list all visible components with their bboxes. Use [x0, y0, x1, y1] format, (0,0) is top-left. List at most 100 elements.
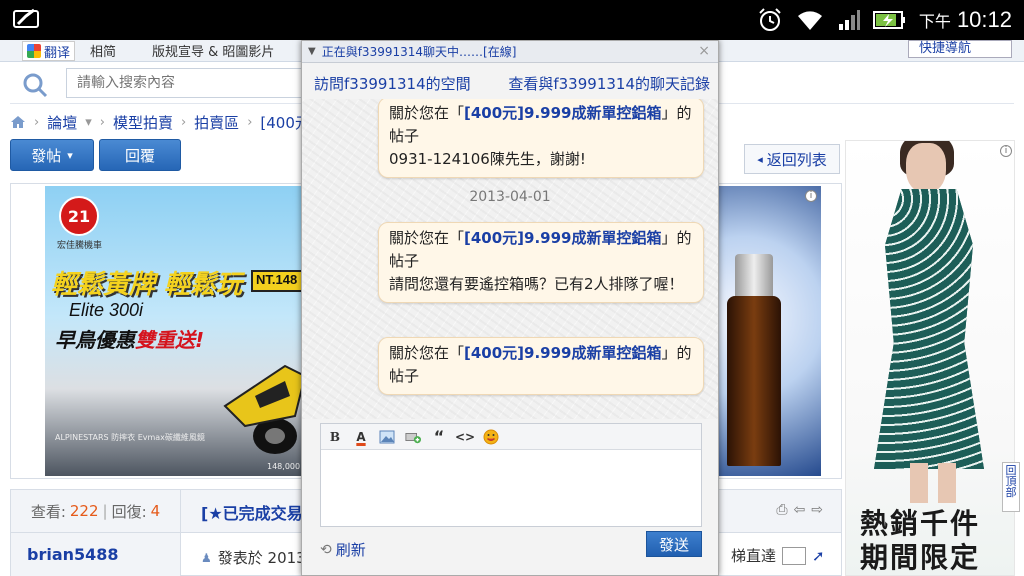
views-count: 222 — [69, 502, 99, 520]
message-prefix: 關於您在「 — [389, 344, 465, 362]
prev-thread-icon[interactable]: ⇦ — [794, 502, 806, 518]
motorcycle-ad[interactable]: 21 宏佳騰機車 輕鬆黃牌 輕鬆玩 Elite 300i 早鳥優惠雙重送! NT… — [45, 186, 307, 476]
brand-logo: 21 — [59, 196, 99, 236]
dress-image — [874, 189, 984, 469]
license-plate: NT.148 — [251, 270, 307, 292]
topnav-item[interactable]: 相简 — [90, 41, 116, 60]
home-icon[interactable] — [10, 115, 26, 129]
model-face — [906, 143, 946, 193]
status-bar: 下午 10:12 — [0, 0, 1024, 40]
close-icon[interactable]: × — [698, 43, 710, 59]
editor-toolbar: B A “ <> — [321, 424, 701, 450]
chat-window: ▼ 正在與f33991314聊天中……[在線] × 訪問f33991314的空間… — [301, 40, 719, 576]
bold-icon[interactable]: B — [327, 429, 343, 445]
caret-left-icon: ◂ — [757, 152, 763, 166]
chevron-right-icon: › — [180, 114, 187, 130]
ad-info-icon[interactable]: i — [1000, 145, 1012, 157]
search-input[interactable] — [66, 68, 316, 98]
author-name[interactable]: brian5488 — [27, 545, 119, 564]
image-icon[interactable] — [379, 429, 395, 445]
thread-link[interactable]: [400元]9.999成新單控鋁箱 — [464, 344, 661, 362]
refresh-label: 刷新 — [335, 541, 366, 559]
signal-icon — [838, 10, 860, 30]
chat-titlebar: ▼ 正在與f33991314聊天中……[在線] × — [302, 41, 718, 63]
thread-stats: 查看: 222 | 回復: 4 — [11, 490, 181, 532]
ad-price: 148,000 — [267, 462, 301, 471]
post-meta: ♟ 發表於 2013 — [201, 547, 306, 568]
jump-input[interactable] — [782, 546, 807, 565]
user-icon: ♟ — [201, 550, 212, 565]
dress-ad[interactable]: 熱銷千件 期間限定 i — [845, 140, 1015, 576]
translate-label: 翻译 — [44, 45, 71, 61]
message-text: 請問您還有要遙控箱嗎？已有2人排隊了喔！ — [389, 275, 684, 293]
new-post-button[interactable]: 發帖 ▾ — [10, 139, 94, 171]
translate-button[interactable]: 翻译 — [22, 41, 76, 61]
chat-history-link[interactable]: 查看與f33991314的聊天記錄 — [508, 73, 710, 94]
google-logo-icon — [27, 44, 41, 58]
visit-space-link[interactable]: 訪問f33991314的空間 — [314, 73, 471, 94]
return-list-button[interactable]: ◂ 返回列表 — [744, 144, 840, 174]
replies-label: 回復: — [111, 502, 147, 521]
topnav-item[interactable]: 版规宣导 & 昭圖影片 — [152, 41, 274, 60]
chevron-down-icon[interactable]: ▾ — [85, 115, 92, 130]
date-separator: 2013-04-01 — [469, 189, 551, 205]
dress-ad-line1: 熱銷千件 — [860, 507, 981, 540]
return-list-label: 返回列表 — [766, 150, 827, 169]
views-label: 查看: — [30, 502, 66, 521]
message-text: 0931-124106陳先生，謝謝! — [389, 150, 586, 168]
smiley-icon[interactable] — [483, 429, 499, 445]
code-icon[interactable]: <> — [455, 429, 475, 445]
chat-message: 關於您在「[400元]9.999成新單控鋁箱」的帖子 請問您還有要遙控箱嗎？已有… — [378, 222, 704, 303]
refresh-icon: ⟲ — [320, 541, 332, 558]
breadcrumb-item[interactable]: 拍賣區 — [194, 112, 239, 133]
clock-ampm: 下午 — [918, 12, 951, 31]
chevron-right-icon: › — [247, 114, 253, 130]
replies-count: 4 — [150, 502, 161, 520]
chat-links: 訪問f33991314的空間 查看與f33991314的聊天記錄 — [302, 63, 718, 99]
stats-separator: | — [102, 502, 108, 520]
chat-footer: ⟲ 刷新 發送 — [302, 531, 718, 575]
jump-label: 梯直達 — [731, 547, 777, 565]
motorcycle-image — [223, 364, 307, 454]
font-color-icon[interactable]: A — [353, 429, 369, 445]
chat-messages[interactable]: 關於您在「[400元]9.999成新單控鋁箱」的帖子 0931-124106陳先… — [302, 99, 718, 419]
image-edit-icon — [13, 8, 39, 28]
print-icon[interactable]: ⎙ — [776, 502, 787, 518]
battery-charging-icon — [872, 11, 905, 29]
reply-label: 回覆 — [124, 146, 155, 165]
thread-title[interactable]: [★已完成交易 — [201, 500, 303, 524]
bottle-cap — [735, 254, 773, 300]
ad-promo: 早鳥優惠雙重送! — [55, 324, 204, 353]
attachment-icon[interactable] — [405, 429, 421, 445]
reply-button[interactable]: 回覆 — [99, 139, 181, 171]
chevron-right-icon: › — [99, 114, 105, 130]
brand-name: 宏佳騰機車 — [57, 241, 103, 251]
posted-text: 發表於 2013 — [217, 549, 306, 567]
chevron-down-icon[interactable]: ▼ — [308, 46, 316, 57]
cosmetics-ad[interactable]: i — [711, 186, 821, 476]
ad-accessories: ALPINESTARS 防摔衣 Evmax碳纖維風鏡 — [55, 433, 205, 442]
quote-icon[interactable]: “ — [431, 427, 447, 446]
send-button[interactable]: 發送 — [646, 531, 702, 557]
refresh-button[interactable]: ⟲ 刷新 — [320, 539, 366, 560]
back-to-top-button[interactable]: 回頂部 — [1002, 462, 1020, 512]
quick-nav-button[interactable]: 快捷導航 — [908, 40, 1012, 58]
chevron-right-icon: › — [34, 114, 40, 130]
wifi-icon — [797, 11, 822, 30]
ad-info-icon[interactable]: i — [805, 190, 817, 202]
alarm-icon — [759, 8, 781, 31]
ad-promo-prefix: 早鳥優惠 — [55, 328, 135, 352]
model-leg — [910, 463, 928, 503]
go-icon[interactable]: ➚ — [812, 547, 825, 565]
thread-link[interactable]: [400元]9.999成新單控鋁箱 — [464, 229, 661, 247]
breadcrumb: › 論壇 ▾ › 模型拍賣 › 拍賣區 › [400元 — [10, 112, 310, 132]
breadcrumb-item[interactable]: 模型拍賣 — [113, 112, 173, 133]
message-prefix: 關於您在「 — [389, 229, 465, 247]
search-icon[interactable] — [22, 72, 48, 98]
ad-model: Elite 300i — [69, 300, 144, 320]
breadcrumb-item[interactable]: 論壇 — [47, 112, 77, 133]
thread-link[interactable]: [400元]9.999成新單控鋁箱 — [464, 104, 661, 122]
message-input[interactable] — [321, 451, 701, 526]
message-prefix: 關於您在「 — [389, 104, 465, 122]
next-thread-icon[interactable]: ⇨ — [811, 502, 823, 518]
